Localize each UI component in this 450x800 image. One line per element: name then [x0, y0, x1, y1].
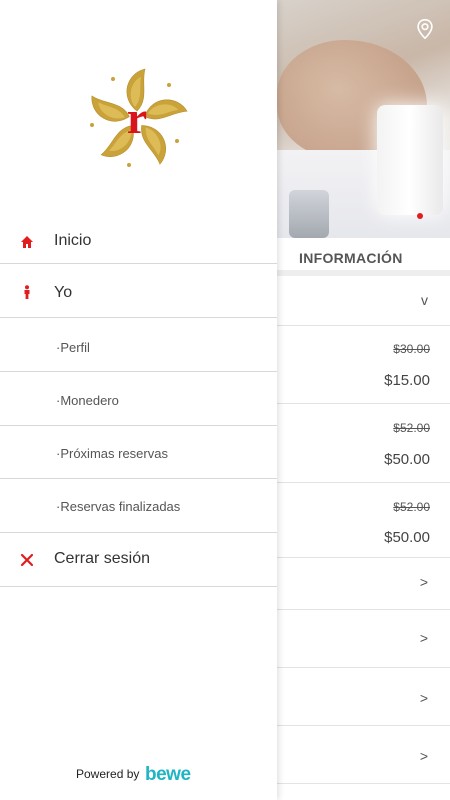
- price-row[interactable]: $52.00 $50.00: [277, 404, 450, 483]
- old-price: $30.00: [393, 342, 430, 356]
- price-row[interactable]: $30.00 $15.00: [277, 326, 450, 404]
- new-price: $15.00: [384, 372, 430, 389]
- home-icon: [21, 236, 33, 248]
- new-price: $50.00: [384, 529, 430, 546]
- bewe-logo[interactable]: bewe: [145, 764, 191, 786]
- old-price: $52.00: [393, 421, 430, 435]
- navigation-drawer: r Inicio Yo ·Perfil ·Monedero ·Próximas …: [0, 0, 277, 800]
- chevron-right-icon: >: [419, 690, 428, 706]
- list-item[interactable]: >: [277, 668, 450, 726]
- price-row[interactable]: $52.00 $50.00: [277, 483, 450, 558]
- powered-by-label: Powered by: [76, 767, 140, 781]
- list-item[interactable]: >: [277, 558, 450, 610]
- new-price: $50.00: [384, 451, 430, 468]
- menu-item-cerrar-sesion[interactable]: Cerrar sesión: [0, 533, 277, 587]
- brand-logo: r: [90, 68, 188, 167]
- location-pin-icon[interactable]: [414, 18, 436, 40]
- menu-item-monedero[interactable]: ·Monedero: [0, 372, 277, 426]
- old-price: $52.00: [393, 500, 430, 514]
- chevron-right-icon: >: [419, 748, 428, 764]
- list-item[interactable]: >: [277, 610, 450, 668]
- list-item[interactable]: >: [277, 726, 450, 784]
- hero-image: [277, 0, 450, 238]
- svg-text:r: r: [127, 92, 147, 143]
- menu-item-proximas-reservas[interactable]: ·Próximas reservas: [0, 426, 277, 479]
- info-section-title: INFORMACIÓN: [299, 250, 403, 266]
- info-collapse-row[interactable]: v: [277, 276, 450, 326]
- menu-item-inicio[interactable]: Inicio: [0, 219, 277, 264]
- menu-item-perfil[interactable]: ·Perfil: [0, 318, 277, 372]
- menu-item-yo[interactable]: Yo: [0, 264, 277, 318]
- chevron-right-icon: >: [419, 630, 428, 646]
- chevron-down-icon: v: [421, 292, 428, 308]
- chevron-right-icon: >: [419, 574, 428, 590]
- close-icon: [20, 553, 34, 567]
- carousel-dot[interactable]: [417, 213, 423, 219]
- menu-item-reservas-finalizadas[interactable]: ·Reservas finalizadas: [0, 479, 277, 533]
- person-icon: [24, 285, 30, 299]
